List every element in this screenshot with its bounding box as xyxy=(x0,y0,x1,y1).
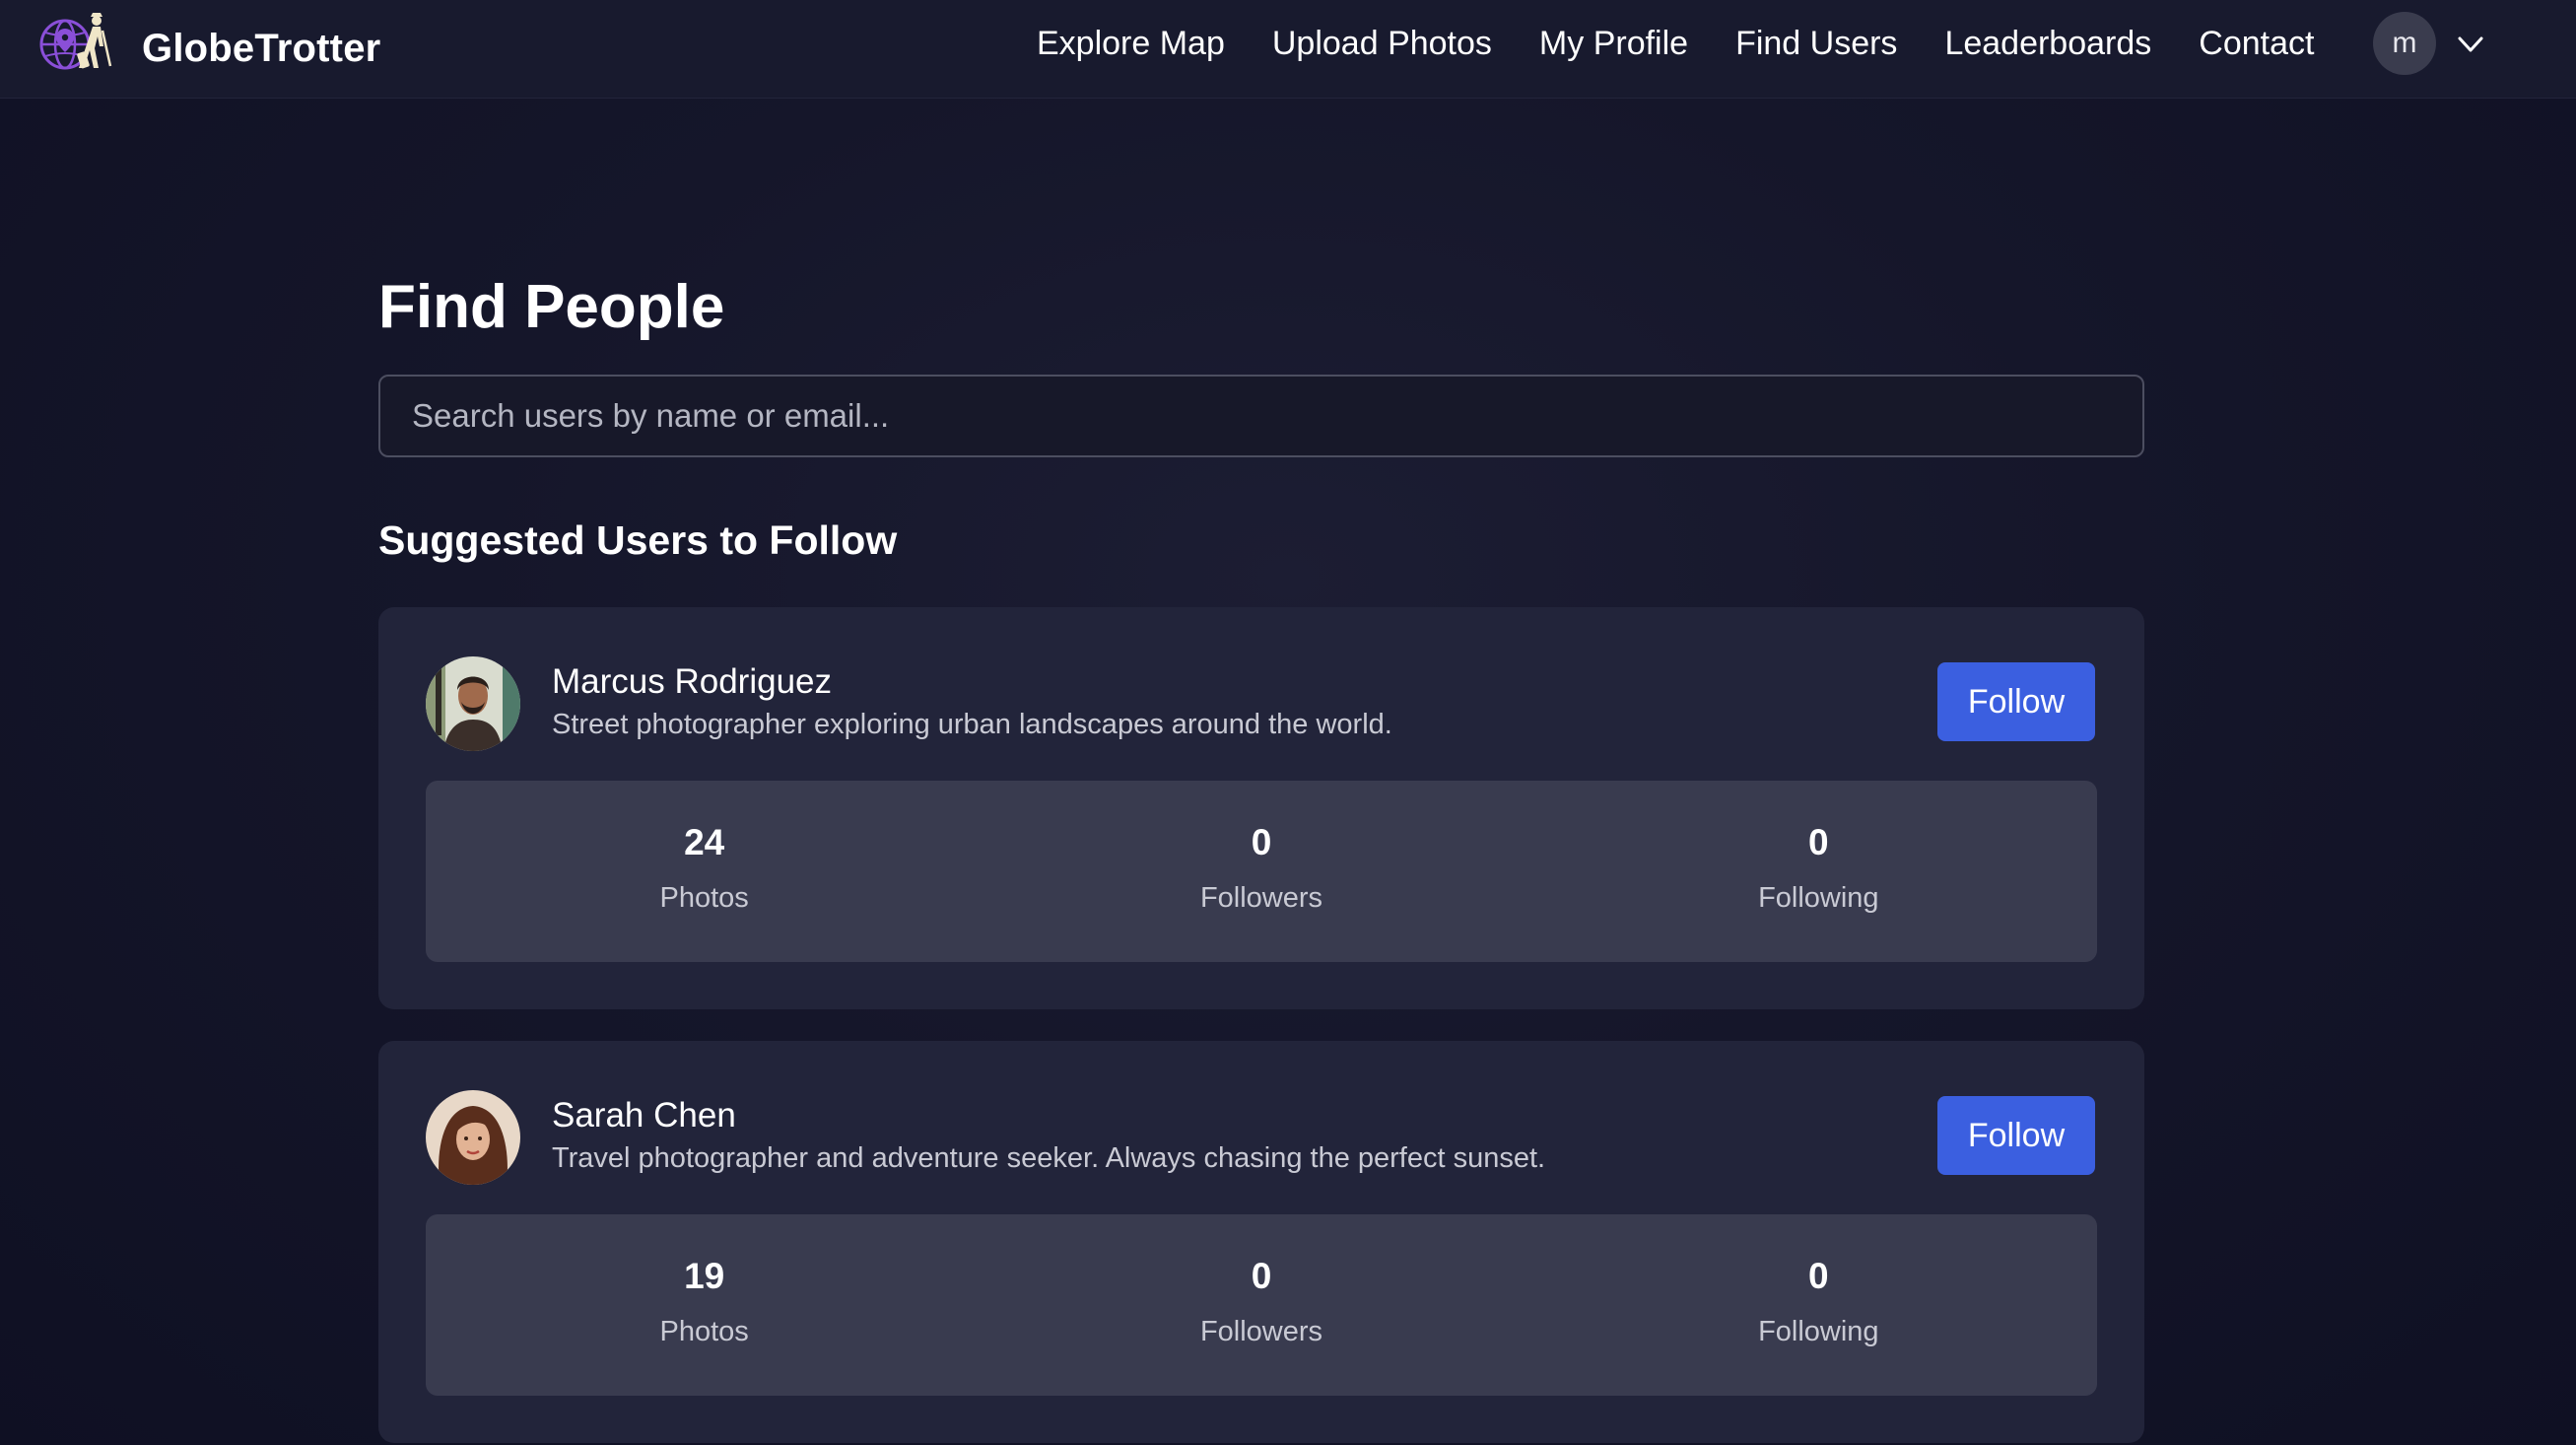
globe-traveler-icon xyxy=(39,13,112,70)
stat-label: Followers xyxy=(1199,882,1323,914)
nav-link-upload-photos[interactable]: Upload Photos xyxy=(1272,25,1492,63)
stat-label: Following xyxy=(1758,882,1879,914)
stat-value: 0 xyxy=(1808,1256,1829,1296)
nav-link-explore-map[interactable]: Explore Map xyxy=(1037,25,1225,63)
user-avatar-photo xyxy=(426,1090,520,1185)
stat-label: Photos xyxy=(659,882,749,914)
brand-name: GlobeTrotter xyxy=(142,26,381,70)
stat-value: 0 xyxy=(1251,822,1272,862)
user-avatar[interactable] xyxy=(426,656,520,751)
user-avatar[interactable] xyxy=(426,1090,520,1185)
chevron-down-icon[interactable] xyxy=(2454,28,2487,61)
user-bio: Travel photographer and adventure seeker… xyxy=(552,1142,1546,1174)
stat-label: Following xyxy=(1758,1316,1879,1347)
user-name[interactable]: Marcus Rodriguez xyxy=(552,662,832,702)
user-card: Sarah Chen Travel photographer and adven… xyxy=(378,1041,2144,1443)
stat-photos: 24 Photos xyxy=(426,781,983,962)
user-stats: 24 Photos 0 Followers 0 Following xyxy=(426,781,2097,962)
top-navbar: GlobeTrotter Explore Map Upload Photos M… xyxy=(0,0,2576,99)
nav-link-contact[interactable]: Contact xyxy=(2199,25,2314,63)
user-bio: Street photographer exploring urban land… xyxy=(552,709,1392,740)
page-title: Find People xyxy=(378,273,725,341)
stat-value: 0 xyxy=(1251,1256,1272,1296)
search-input[interactable] xyxy=(378,375,2144,457)
user-name[interactable]: Sarah Chen xyxy=(552,1096,736,1135)
stat-followers: 0 Followers xyxy=(983,781,1539,962)
section-title: Suggested Users to Follow xyxy=(378,517,898,563)
stat-value: 19 xyxy=(684,1256,725,1296)
stat-label: Followers xyxy=(1199,1316,1323,1347)
stat-photos: 19 Photos xyxy=(426,1214,983,1396)
stat-value: 0 xyxy=(1808,822,1829,862)
user-card: Marcus Rodriguez Street photographer exp… xyxy=(378,607,2144,1009)
user-avatar-button[interactable]: m xyxy=(2373,12,2436,75)
nav-link-find-users[interactable]: Find Users xyxy=(1735,25,1897,63)
stat-value: 24 xyxy=(684,822,725,862)
stat-label: Photos xyxy=(659,1316,749,1347)
stat-following: 0 Following xyxy=(1540,1214,2097,1396)
user-stats: 19 Photos 0 Followers 0 Following xyxy=(426,1214,2097,1396)
stat-following: 0 Following xyxy=(1540,781,2097,962)
follow-button[interactable]: Follow xyxy=(1937,662,2095,741)
follow-button[interactable]: Follow xyxy=(1937,1096,2095,1175)
nav-link-leaderboards[interactable]: Leaderboards xyxy=(1944,25,2151,63)
nav-links: Explore Map Upload Photos My Profile Fin… xyxy=(1037,0,2314,87)
user-avatar-photo xyxy=(426,656,520,751)
brand[interactable]: GlobeTrotter xyxy=(35,6,380,91)
stat-followers: 0 Followers xyxy=(983,1214,1539,1396)
nav-link-my-profile[interactable]: My Profile xyxy=(1539,25,1688,63)
